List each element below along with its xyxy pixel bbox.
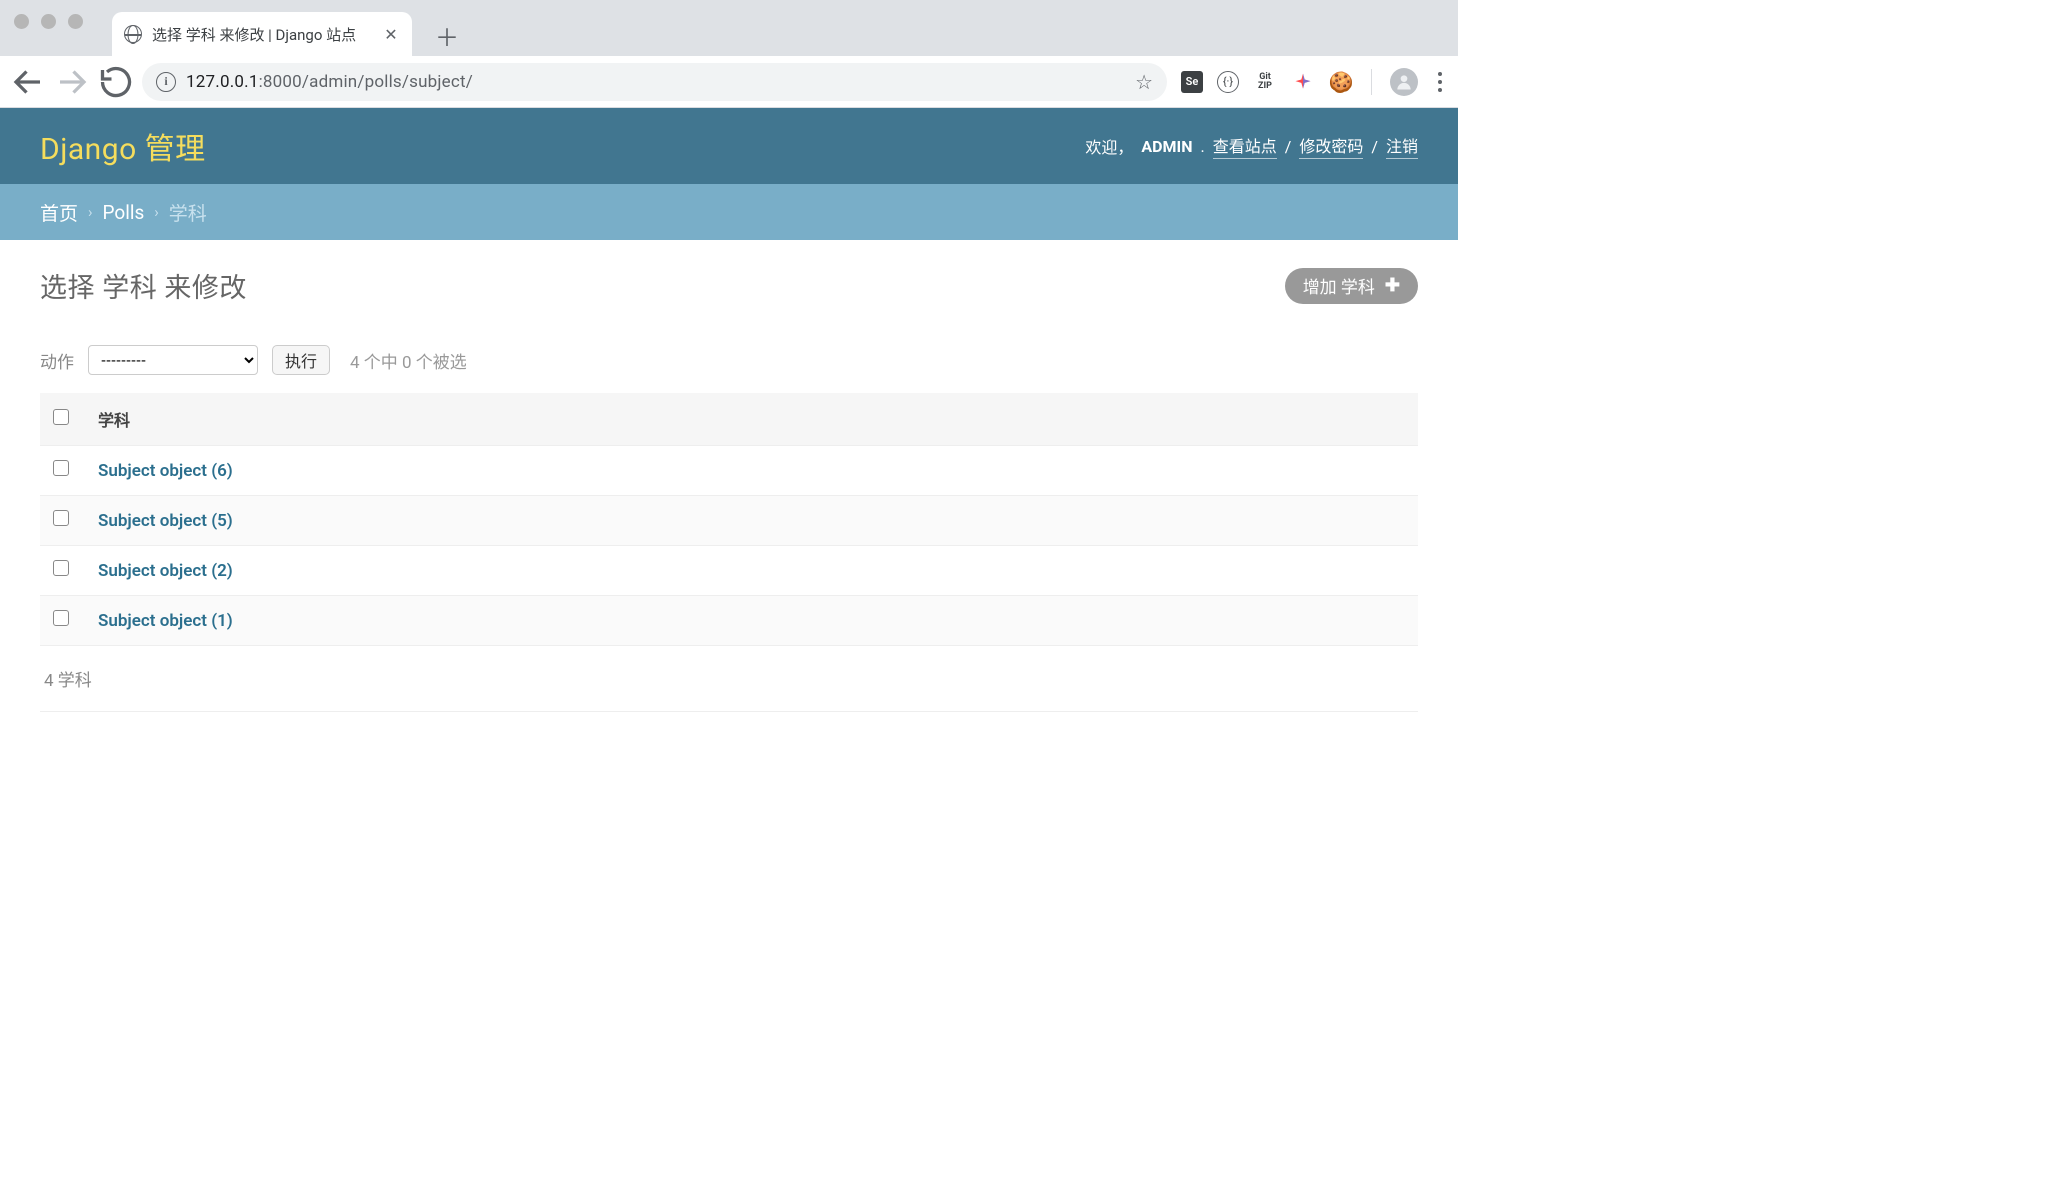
row-checkbox[interactable]	[53, 610, 69, 626]
gitzip-icon[interactable]: GitZIP	[1253, 70, 1277, 94]
bookmark-star-icon[interactable]: ☆	[1135, 70, 1153, 94]
row-checkbox[interactable]	[53, 510, 69, 526]
back-button[interactable]	[10, 64, 46, 100]
traffic-zoom[interactable]	[68, 14, 83, 29]
cookie-icon[interactable]: 🍪	[1329, 70, 1353, 94]
breadcrumb: 首页 › Polls › 学科	[0, 184, 1458, 240]
breadcrumb-current: 学科	[169, 199, 207, 226]
table-row: Subject object (2)	[40, 546, 1418, 596]
row-checkbox[interactable]	[53, 560, 69, 576]
close-icon[interactable]: ✕	[382, 25, 400, 43]
browser-menu-button[interactable]	[1432, 72, 1448, 92]
browser-titlebar: 选择 学科 来修改 | Django 站点 ✕ ＋	[0, 0, 1458, 56]
globe-icon	[124, 25, 142, 43]
object-link[interactable]: Subject object (5)	[98, 511, 233, 531]
add-button-label: 增加 学科	[1303, 273, 1375, 298]
paginator: 4 学科	[40, 646, 1418, 712]
table-row: Subject object (1)	[40, 596, 1418, 646]
actions-label: 动作	[40, 348, 74, 373]
object-link[interactable]: Subject object (1)	[98, 611, 233, 631]
object-link[interactable]: Subject object (2)	[98, 561, 233, 581]
results-table: 学科 Subject object (6) Subject object (5) S…	[40, 393, 1418, 646]
tab-title: 选择 学科 来修改 | Django 站点	[152, 24, 356, 45]
reload-button[interactable]	[98, 64, 134, 100]
traffic-minimize[interactable]	[41, 14, 56, 29]
browser-toolbar: i 127.0.0.1:8000/admin/polls/subject/ ☆ …	[0, 56, 1458, 108]
sparkle-icon[interactable]	[1291, 70, 1315, 94]
profile-avatar[interactable]	[1390, 68, 1418, 96]
traffic-close[interactable]	[14, 14, 29, 29]
address-bar[interactable]: i 127.0.0.1:8000/admin/polls/subject/ ☆	[142, 63, 1167, 101]
site-branding[interactable]: Django 管理	[40, 124, 206, 168]
table-row: Subject object (5)	[40, 496, 1418, 546]
add-button[interactable]: 增加 学科 ✚	[1285, 268, 1418, 304]
username: ADMIN	[1141, 137, 1192, 156]
table-row: Subject object (6)	[40, 446, 1418, 496]
new-tab-button[interactable]: ＋	[430, 18, 464, 52]
select-all-checkbox[interactable]	[53, 409, 69, 425]
site-info-icon[interactable]: i	[156, 72, 176, 92]
extensions: Se {·} GitZIP 🍪	[1175, 68, 1448, 96]
column-header[interactable]: 学科	[86, 393, 1418, 446]
breadcrumb-app[interactable]: Polls	[103, 201, 145, 224]
page-title: 选择 学科 来修改	[40, 266, 247, 305]
selection-count: 4 个中 0 个被选	[350, 348, 467, 373]
browser-tab[interactable]: 选择 学科 来修改 | Django 站点 ✕	[112, 12, 412, 56]
go-button[interactable]: 执行	[272, 345, 330, 375]
logout-link[interactable]: 注销	[1386, 133, 1418, 159]
row-checkbox[interactable]	[53, 460, 69, 476]
object-link[interactable]: Subject object (6)	[98, 461, 233, 481]
actions-bar: 动作 --------- 执行 4 个中 0 个被选	[40, 345, 1418, 375]
actions-select[interactable]: ---------	[88, 345, 258, 375]
window-controls	[14, 14, 83, 29]
welcome-text: 欢迎，	[1085, 134, 1133, 158]
user-tools: 欢迎， ADMIN. 查看站点 / 修改密码 / 注销	[1085, 133, 1418, 159]
plus-icon: ✚	[1385, 275, 1400, 296]
forward-button[interactable]	[54, 64, 90, 100]
django-header: Django 管理 欢迎， ADMIN. 查看站点 / 修改密码 / 注销	[0, 108, 1458, 184]
breadcrumb-home[interactable]: 首页	[40, 199, 78, 226]
braces-icon[interactable]: {·}	[1217, 71, 1239, 93]
selenium-icon[interactable]: Se	[1181, 71, 1203, 93]
view-site-link[interactable]: 查看站点	[1213, 133, 1277, 159]
url-text: 127.0.0.1:8000/admin/polls/subject/	[186, 72, 473, 92]
change-password-link[interactable]: 修改密码	[1299, 133, 1363, 159]
